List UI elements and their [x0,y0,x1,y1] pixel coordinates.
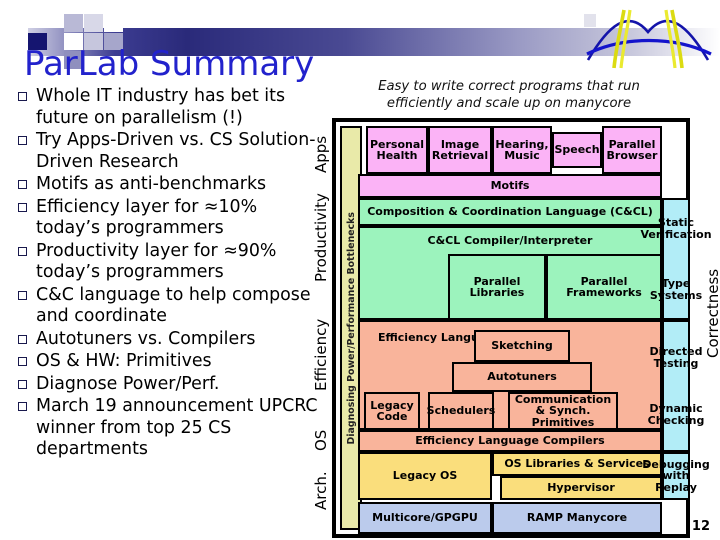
sketching-box[interactable]: Sketching [474,330,570,362]
header-square-1 [64,14,83,32]
bullet-label: Try Apps-Driven vs. CS Solution-Driven R… [36,130,316,172]
dynamic-checking-label: Dynamic Checking [647,402,705,427]
page-title: ParLab Summary [24,44,315,84]
parlab-bridge-logo [584,9,712,69]
efficiency-language-compilers-box[interactable]: Efficiency Language Compilers [358,430,662,452]
square-bullet-icon [18,379,27,389]
bullet-label: C&C language to help compose and coordin… [36,284,311,327]
list-item: Diagnose Power/Perf. [8,374,318,396]
square-bullet-icon [18,357,27,366]
diagram-subtitle: Easy to write correct programs that run … [378,79,640,111]
autotuners-box[interactable]: Autotuners [452,362,592,392]
list-item: OS & HW: Primitives [8,351,318,373]
page-number: 12 [691,519,710,534]
list-item: Productivity layer for ≈90% today’s prog… [8,241,318,284]
directed-testing-label: Directed Testing [649,345,703,370]
header-square-2 [84,14,103,32]
list-item: March 19 announcement UPCRC winner from … [8,396,318,461]
square-bullet-icon [18,246,27,256]
bullet-label: Whole IT industry has bet its future on … [36,86,286,128]
layer-label-arch: Arch. [312,471,330,511]
legacy-code-box[interactable]: Legacy Code [364,392,420,430]
schedulers-box[interactable]: Schedulers [427,392,495,430]
square-bullet-icon [18,290,27,300]
layer-label-apps: Apps [312,135,330,173]
static-verification-label: Static Verification [640,216,712,241]
app-box-parallel-browser[interactable]: Parallel Browser [602,126,662,174]
list-item: Try Apps-Driven vs. CS Solution-Driven R… [8,130,318,173]
layer-label-efficiency: Efficiency [312,318,330,392]
bullet-label: March 19 announcement UPCRC winner from … [36,396,318,459]
list-item: Autotuners vs. Compilers [8,329,318,351]
legacy-os-box[interactable]: Legacy OS [358,452,492,500]
header-square-3 [104,14,123,32]
bullet-label: Autotuners vs. Compilers [36,328,256,349]
ramp-manycore-box[interactable]: RAMP Manycore [492,502,662,534]
list-item: Motifs as anti-benchmarks [8,174,318,196]
bullet-label: Diagnose Power/Perf. [36,373,220,394]
hypervisor-box[interactable]: Hypervisor [500,476,662,500]
parallel-libraries-box[interactable]: Parallel Libraries [448,254,546,320]
square-bullet-icon [18,402,27,411]
type-systems-label: Type Systems [649,277,703,302]
list-item: Whole IT industry has bet its future on … [8,86,318,129]
static-verification-type-systems-box[interactable]: Static Verification Type Systems [640,198,712,320]
layer-label-productivity: Productivity [312,193,330,283]
diagnosing-bottlenecks-label: Diagnosing Power/Performance Bottlenecks [345,211,357,445]
bullet-list: Whole IT industry has bet its future on … [8,86,318,462]
square-bullet-icon [18,92,27,101]
square-bullet-icon [18,136,27,145]
app-box-personal-health[interactable]: Personal Health [366,126,428,174]
bullet-label: Motifs as anti-benchmarks [36,174,267,194]
list-item: C&C language to help compose and coordin… [8,285,318,328]
square-bullet-icon [18,334,27,344]
bullet-label: Efficiency layer for ≈10% today’s progra… [36,196,258,239]
directed-testing-dynamic-checking-box[interactable]: Directed Testing Dynamic Checking [648,320,704,452]
motifs-box[interactable]: Motifs [358,174,662,198]
list-item: Efficiency layer for ≈10% today’s progra… [8,197,318,240]
bullet-label: OS & HW: Primitives [36,351,212,371]
ccl-box[interactable]: Composition & Coordination Language (C&C… [358,198,662,226]
bullet-label: Productivity layer for ≈90% today’s prog… [36,240,277,283]
os-libraries-services-box[interactable]: OS Libraries & Services [492,452,662,476]
app-box-hearing-music[interactable]: Hearing, Music [492,126,552,174]
square-bullet-icon [18,180,27,189]
parallel-frameworks-box[interactable]: Parallel Frameworks [546,254,662,320]
layer-label-os: OS [312,429,330,451]
app-box-image-retrieval[interactable]: Image Retrieval [428,126,492,174]
correctness-axis-label: Correctness [704,268,720,358]
multicore-gpgpu-box[interactable]: Multicore/GPGPU [358,502,492,534]
parlab-stack-diagram: Easy to write correct programs that run … [310,78,720,540]
debugging-with-replay-box[interactable]: Debugging with Replay [642,452,710,500]
square-bullet-icon [18,202,27,212]
stack-frame: Diagnosing Power/Performance Bottlenecks… [332,118,712,538]
communication-synch-primitives-box[interactable]: Communication & Synch. Primitives [508,392,618,430]
app-box-speech[interactable]: Speech [552,132,602,168]
